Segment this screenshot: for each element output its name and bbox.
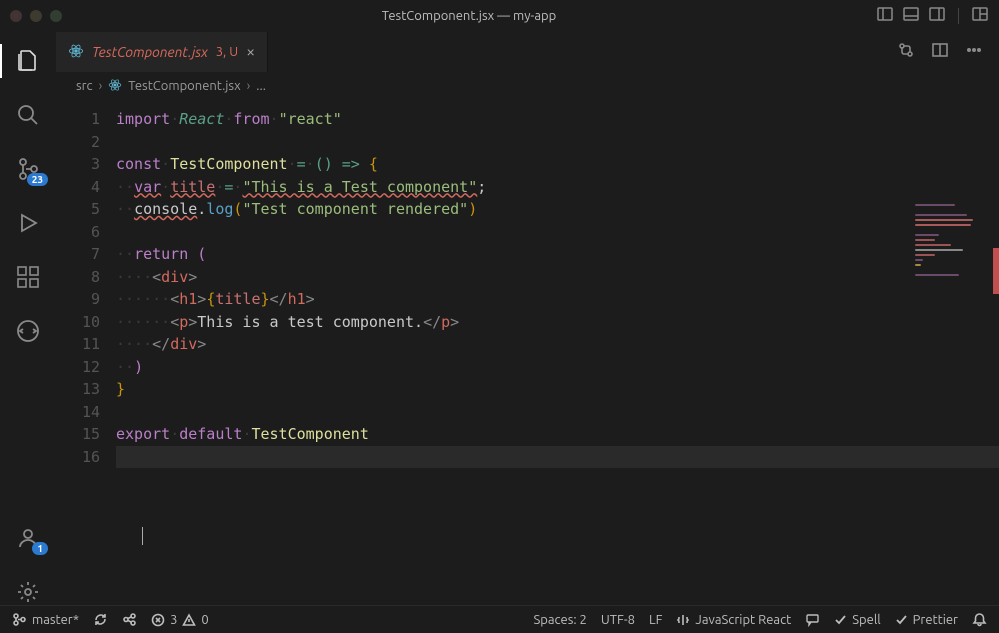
run-debug-icon[interactable] bbox=[0, 210, 56, 236]
explorer-icon[interactable] bbox=[0, 48, 56, 74]
minimize-window-icon[interactable] bbox=[30, 10, 42, 22]
eol-status[interactable]: LF bbox=[649, 613, 662, 627]
chevron-right-icon: › bbox=[247, 79, 251, 93]
window-controls[interactable] bbox=[10, 10, 62, 22]
scm-badge: 23 bbox=[27, 173, 48, 186]
tab-bar: TestComponent.jsx 3, U × bbox=[56, 32, 999, 72]
spell-check-status[interactable]: Spell bbox=[834, 613, 880, 627]
tab-filename: TestComponent.jsx bbox=[92, 44, 208, 60]
activity-bar: 23 1 bbox=[0, 32, 56, 605]
language-mode-status[interactable]: JavaScript React bbox=[676, 613, 791, 627]
breadcrumb-file[interactable]: TestComponent.jsx bbox=[128, 79, 240, 93]
breadcrumb-symbol[interactable]: ... bbox=[256, 79, 266, 93]
remote-icon[interactable] bbox=[0, 318, 56, 344]
close-tab-icon[interactable]: × bbox=[246, 43, 255, 61]
breadcrumb[interactable]: src › TestComponent.jsx › ... bbox=[56, 72, 999, 100]
breadcrumb-folder[interactable]: src bbox=[76, 79, 93, 93]
line-number-gutter: 1 2 3 4 5 6 7 8 9 10 11 12 13 14 15 16 bbox=[56, 100, 116, 605]
tab-modified-indicator: 3, U bbox=[216, 45, 238, 59]
react-file-icon bbox=[108, 78, 122, 95]
text-cursor bbox=[142, 527, 143, 545]
toggle-secondary-sidebar-icon[interactable] bbox=[928, 5, 946, 27]
accounts-icon[interactable]: 1 bbox=[0, 525, 56, 551]
close-window-icon[interactable] bbox=[10, 10, 22, 22]
title-bar: TestComponent.jsx — my-app bbox=[0, 0, 999, 32]
scroll-error-indicator[interactable] bbox=[993, 248, 999, 294]
encoding-status[interactable]: UTF-8 bbox=[601, 613, 635, 627]
chevron-right-icon: › bbox=[99, 79, 103, 93]
settings-gear-icon[interactable] bbox=[0, 579, 56, 605]
prettier-status[interactable]: Prettier bbox=[895, 613, 958, 627]
layout-controls bbox=[876, 5, 989, 27]
separator bbox=[958, 8, 959, 24]
search-icon[interactable] bbox=[0, 102, 56, 128]
split-editor-icon[interactable] bbox=[931, 41, 949, 63]
toggle-panel-icon[interactable] bbox=[902, 5, 920, 27]
notifications-icon[interactable] bbox=[972, 612, 987, 627]
feedback-icon[interactable] bbox=[805, 612, 820, 627]
compare-changes-icon[interactable] bbox=[897, 41, 915, 63]
sync-changes-icon[interactable] bbox=[93, 612, 108, 627]
toggle-primary-sidebar-icon[interactable] bbox=[876, 5, 894, 27]
code-editor[interactable]: 1 2 3 4 5 6 7 8 9 10 11 12 13 14 15 16 i… bbox=[56, 100, 999, 605]
maximize-window-icon[interactable] bbox=[50, 10, 62, 22]
code-area[interactable]: import·React·from·"react" const·TestComp… bbox=[116, 100, 999, 605]
account-badge: 1 bbox=[32, 542, 48, 555]
git-branch-status[interactable]: master* bbox=[12, 612, 79, 627]
react-file-icon bbox=[68, 43, 84, 62]
status-bar: master* 3 0 Spaces: 2 UTF-8 LF JavaScrip… bbox=[0, 605, 999, 633]
more-actions-icon[interactable] bbox=[965, 41, 983, 63]
editor-tab[interactable]: TestComponent.jsx 3, U × bbox=[56, 32, 268, 72]
problems-status[interactable]: 3 0 bbox=[151, 613, 209, 627]
extensions-icon[interactable] bbox=[0, 264, 56, 290]
live-share-icon[interactable] bbox=[122, 612, 137, 627]
window-title: TestComponent.jsx — my-app bbox=[62, 9, 876, 23]
indentation-status[interactable]: Spaces: 2 bbox=[533, 613, 586, 627]
source-control-icon[interactable]: 23 bbox=[0, 156, 56, 182]
customize-layout-icon[interactable] bbox=[971, 5, 989, 27]
